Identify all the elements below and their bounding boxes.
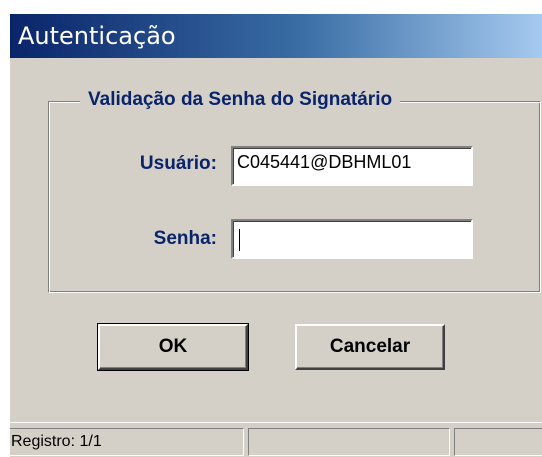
- status-panel-2: [248, 428, 450, 456]
- status-record-count: Registro: 1/1: [10, 428, 244, 456]
- ok-button[interactable]: OK: [97, 323, 249, 371]
- status-panel-3: [454, 428, 542, 456]
- signer-password-groupbox: [48, 101, 541, 293]
- auth-dialog: Autenticação Validação da Senha do Signa…: [10, 14, 542, 457]
- window-title: Autenticação: [10, 14, 542, 58]
- status-bar: Registro: 1/1: [10, 422, 542, 457]
- password-input[interactable]: [231, 219, 473, 259]
- password-label: Senha:: [153, 228, 217, 249]
- user-label: Usuário:: [139, 153, 217, 174]
- text-caret: [239, 229, 240, 251]
- user-input[interactable]: C045441@DBHML01: [231, 146, 473, 186]
- cancel-button[interactable]: Cancelar: [295, 324, 445, 370]
- groupbox-legend: Validação da Senha do Signatário: [80, 88, 401, 112]
- user-input-value: C045441@DBHML01: [237, 152, 412, 172]
